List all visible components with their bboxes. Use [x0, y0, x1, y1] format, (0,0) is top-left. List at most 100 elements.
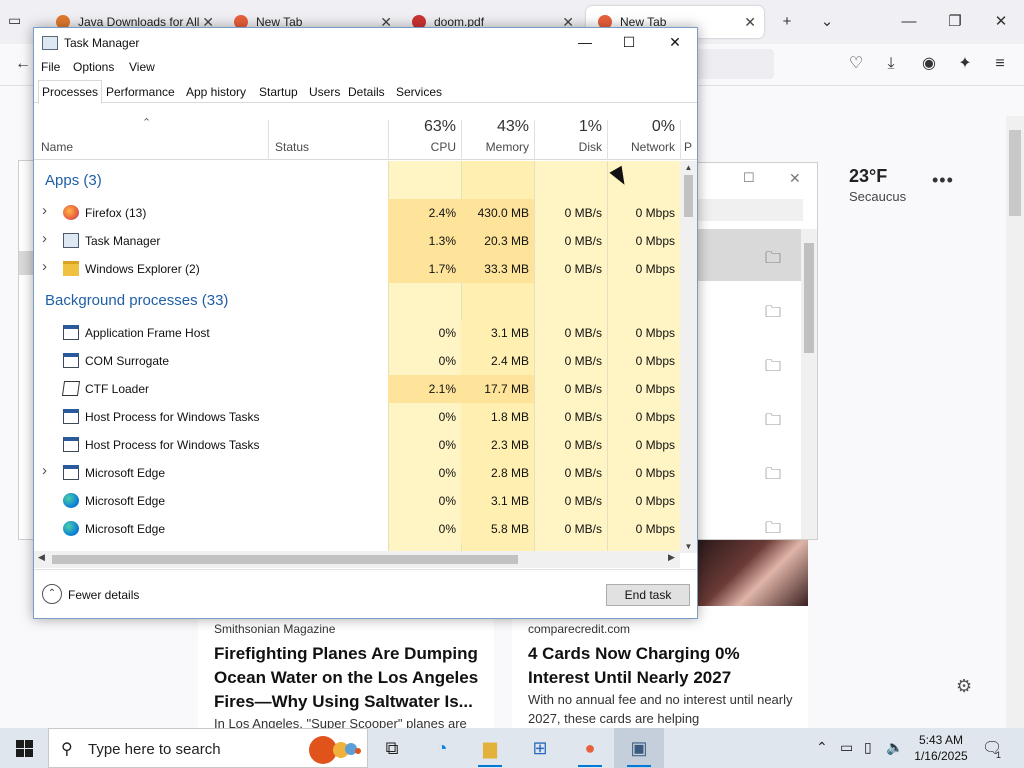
- browser-minimize-button[interactable]: —: [886, 0, 932, 44]
- tab-startup[interactable]: Startup: [255, 80, 302, 103]
- tm-close-button[interactable]: ✕: [652, 28, 698, 57]
- process-row[interactable]: › Microsoft Edge 0% 2.8 MB 0 MB/s 0 Mbps: [34, 459, 680, 487]
- taskbar-search[interactable]: ⚲ Type here to search: [48, 728, 368, 768]
- tab-processes[interactable]: Processes: [38, 80, 103, 104]
- tab-users[interactable]: Users: [305, 80, 344, 103]
- scroll-down-icon[interactable]: ▼: [680, 542, 697, 551]
- volume-icon[interactable]: 🔈: [886, 739, 903, 756]
- process-row[interactable]: COM Surrogate 0% 2.4 MB 0 MB/s 0 Mbps: [34, 347, 680, 375]
- dialog-search-field[interactable]: [697, 199, 803, 221]
- tab-services[interactable]: Services: [392, 80, 446, 103]
- process-row[interactable]: Host Process for Windows Tasks 0% 1.8 MB 0 …: [34, 403, 680, 431]
- memory-total-percent[interactable]: 43%: [463, 118, 529, 136]
- news-card[interactable]: Smithsonian Magazine Firefighting Planes…: [198, 606, 494, 731]
- task-view-icon[interactable]: ⧉: [378, 734, 406, 762]
- tab-performance[interactable]: Performance: [102, 80, 179, 103]
- account-icon[interactable]: ◉: [918, 53, 940, 75]
- taskbar-clock[interactable]: 5:43 AM 1/16/2025: [910, 732, 972, 764]
- end-task-button[interactable]: End task: [606, 584, 690, 606]
- extensions-icon[interactable]: ✦: [954, 53, 976, 75]
- expand-chevron-icon[interactable]: ›: [42, 258, 47, 275]
- hamburger-menu-icon[interactable]: ≡: [989, 53, 1011, 75]
- column-divider[interactable]: [680, 120, 681, 160]
- scroll-right-icon[interactable]: ▶: [668, 552, 675, 563]
- folder-icon[interactable]: 🗀: [765, 463, 781, 490]
- menu-view[interactable]: View: [129, 60, 155, 74]
- tab-app-history[interactable]: App history: [182, 80, 250, 103]
- menu-options[interactable]: Options: [73, 60, 114, 74]
- process-row[interactable]: Microsoft Edge 0% 3.1 MB 0 MB/s 0 Mbps: [34, 487, 680, 515]
- menu-file[interactable]: File: [41, 60, 60, 74]
- tab-list-icon[interactable]: ▭: [8, 12, 30, 32]
- edge-taskbar-icon[interactable]: ◔: [428, 734, 456, 762]
- process-list-vscrollbar[interactable]: ▲ ▼: [680, 161, 697, 553]
- url-bar[interactable]: [690, 49, 774, 79]
- col-header-disk[interactable]: Disk: [536, 140, 602, 154]
- dialog-scrollbar[interactable]: [801, 229, 817, 539]
- tm-maximize-button[interactable]: ☐: [606, 28, 652, 57]
- column-divider[interactable]: [607, 120, 608, 160]
- start-button[interactable]: [0, 728, 48, 768]
- hscroll-thumb[interactable]: [52, 555, 518, 564]
- close-tab-icon[interactable]: ✕: [744, 6, 756, 38]
- process-row[interactable]: Host Process for Windows Tasks 0% 2.3 MB 0 …: [34, 431, 680, 459]
- expand-chevron-icon[interactable]: ›: [42, 230, 47, 247]
- network-icon[interactable]: ▯: [864, 739, 872, 756]
- col-header-power[interactable]: P: [684, 140, 694, 154]
- process-row[interactable]: Application Frame Host 0% 3.1 MB 0 MB/s 0 Mb…: [34, 319, 680, 347]
- dialog-selected-row[interactable]: [691, 229, 803, 281]
- tab-list-chevron-icon[interactable]: ⌄: [804, 0, 850, 44]
- store-taskbar-icon[interactable]: ⊞: [526, 734, 554, 762]
- vscroll-thumb[interactable]: [684, 175, 693, 217]
- column-divider[interactable]: [461, 120, 462, 160]
- download-icon[interactable]: ⤓: [880, 53, 902, 75]
- firefox-taskbar-icon[interactable]: ●: [576, 734, 604, 767]
- file-explorer-taskbar-icon[interactable]: ▆: [476, 734, 504, 767]
- network-total-percent[interactable]: 0%: [609, 118, 675, 136]
- folder-icon[interactable]: 🗀: [765, 409, 781, 436]
- col-header-name[interactable]: Name: [41, 140, 73, 154]
- task-manager-taskbar-icon[interactable]: ▣: [625, 734, 653, 767]
- expand-chevron-icon[interactable]: ›: [42, 462, 47, 479]
- process-row[interactable]: Microsoft Edge 0% 5.8 MB 0 MB/s 0 Mbps: [34, 515, 680, 543]
- process-row[interactable]: › Windows Explorer (2) 1.7% 33.3 MB 0 MB/s 0 …: [34, 255, 680, 283]
- folder-icon[interactable]: 🗀: [765, 247, 781, 274]
- col-header-network[interactable]: Network: [609, 140, 675, 154]
- tm-titlebar[interactable]: Task Manager — ☐ ✕: [34, 28, 697, 57]
- cpu-total-percent[interactable]: 63%: [390, 118, 456, 136]
- back-arrow-icon[interactable]: ←: [12, 53, 34, 75]
- dialog-scroll-thumb[interactable]: [804, 243, 814, 353]
- page-scrollbar[interactable]: [1006, 116, 1024, 728]
- gear-icon[interactable]: ⚙: [956, 676, 972, 697]
- disk-total-percent[interactable]: 1%: [536, 118, 602, 136]
- pocket-icon[interactable]: ♡: [845, 53, 867, 75]
- column-divider[interactable]: [388, 120, 389, 160]
- news-headline[interactable]: Firefighting Planes Are Dumping Ocean Wa…: [214, 642, 484, 714]
- news-card[interactable]: comparecredit.com 4 Cards Now Charging 0…: [512, 606, 808, 728]
- tab-details[interactable]: Details: [344, 80, 389, 103]
- tray-chevron-up-icon[interactable]: ⌃: [816, 739, 828, 756]
- news-thumbnail-image[interactable]: [698, 540, 808, 606]
- col-header-status[interactable]: Status: [275, 140, 309, 154]
- folder-icon[interactable]: 🗀: [765, 301, 781, 328]
- column-divider[interactable]: [268, 120, 269, 160]
- meet-now-icon[interactable]: ▭: [840, 739, 853, 756]
- weather-city[interactable]: Secaucus: [849, 189, 906, 204]
- weather-more-icon[interactable]: •••: [932, 170, 954, 191]
- fewer-details-link[interactable]: Fewer details: [68, 588, 139, 602]
- dialog-close-icon[interactable]: ✕: [789, 163, 801, 193]
- folder-icon[interactable]: 🗀: [765, 355, 781, 382]
- tm-minimize-button[interactable]: —: [562, 28, 608, 57]
- dialog-maximize-icon[interactable]: ☐: [743, 163, 755, 193]
- scroll-up-icon[interactable]: ▲: [680, 163, 697, 172]
- col-header-memory[interactable]: Memory: [463, 140, 529, 154]
- browser-close-button[interactable]: ✕: [978, 0, 1024, 44]
- chevron-up-circle-icon[interactable]: ⌃: [42, 584, 62, 604]
- column-divider[interactable]: [534, 120, 535, 160]
- scroll-left-icon[interactable]: ◀: [38, 552, 45, 563]
- process-row[interactable]: › Firefox (13) 2.4% 430.0 MB 0 MB/s 0 Mbps: [34, 199, 680, 227]
- browser-restore-button[interactable]: ❐: [932, 0, 978, 44]
- page-scroll-thumb[interactable]: [1009, 130, 1021, 216]
- process-row[interactable]: CTF Loader 2.1% 17.7 MB 0 MB/s 0 Mbps: [34, 375, 680, 403]
- process-list-hscrollbar[interactable]: ◀ ▶: [34, 551, 680, 568]
